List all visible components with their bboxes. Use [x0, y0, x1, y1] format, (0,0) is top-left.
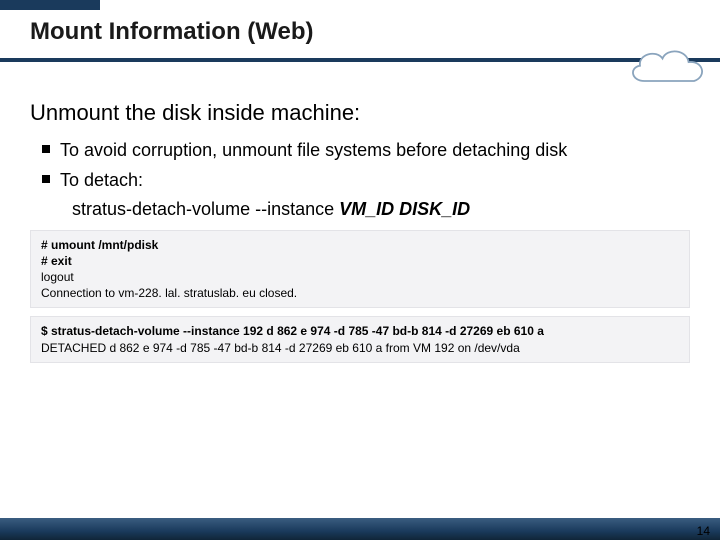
detach-command: stratus-detach-volume --instance [72, 199, 339, 219]
code-block-detach: $ stratus-detach-volume --instance 192 d… [30, 316, 690, 362]
bullet-list: To avoid corruption, unmount file system… [42, 138, 690, 220]
subheading: Unmount the disk inside machine: [30, 100, 690, 126]
code-line: # exit [41, 253, 679, 269]
page-number: 14 [697, 524, 710, 538]
detach-command-args: VM_ID DISK_ID [339, 199, 470, 219]
cloud-icon [622, 40, 712, 95]
bullet-marker-icon [42, 175, 50, 183]
code-line: # umount /mnt/pdisk [41, 237, 679, 253]
top-accent-bar [0, 0, 100, 10]
bullet-item: To detach: [42, 168, 690, 192]
code-line: logout [41, 269, 679, 285]
code-line: Connection to vm-228. lal. stratuslab. e… [41, 285, 679, 301]
bullet-text: To avoid corruption, unmount file system… [60, 138, 567, 162]
body: Unmount the disk inside machine: To avoi… [30, 100, 690, 371]
bullet-text: To detach: [60, 168, 143, 192]
title-underline [0, 58, 720, 62]
footer-bar [0, 518, 720, 540]
slide: Mount Information (Web) Unmount the disk… [0, 0, 720, 540]
code-block-umount: # umount /mnt/pdisk # exit logout Connec… [30, 230, 690, 309]
bullet-item: To avoid corruption, unmount file system… [42, 138, 690, 162]
slide-title: Mount Information (Web) [30, 18, 690, 46]
bullet-marker-icon [42, 145, 50, 153]
code-line: $ stratus-detach-volume --instance 192 d… [41, 323, 679, 339]
detach-command-line: stratus-detach-volume --instance VM_ID D… [72, 199, 690, 220]
code-line: DETACHED d 862 e 974 -d 785 -47 bd-b 814… [41, 340, 679, 356]
title-area: Mount Information (Web) [30, 18, 690, 46]
